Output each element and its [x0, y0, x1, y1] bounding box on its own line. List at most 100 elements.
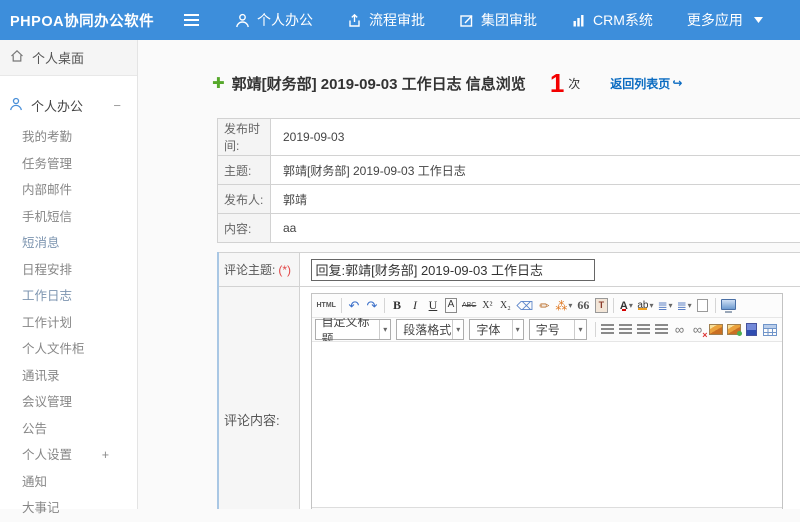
sidebar-item-tasks[interactable]: 任务管理: [0, 151, 137, 178]
sidebar-item-internal-mail[interactable]: 内部邮件: [0, 177, 137, 204]
expand-icon: +: [102, 442, 109, 469]
caret-down-icon: ▾: [568, 301, 572, 310]
table-row: 发布时间: 2019-09-03: [218, 119, 800, 156]
home-icon: [10, 49, 24, 66]
view-count: 1: [550, 70, 564, 96]
topnav-crm[interactable]: CRM系统: [571, 10, 653, 30]
collapse-icon: −: [113, 98, 121, 113]
superscript-button[interactable]: X²: [479, 296, 495, 315]
page-header: ✚ 郭靖[财务部] 2019-09-03 工作日志 信息浏览 1 次 返回列表页…: [212, 70, 682, 96]
insert-media-button[interactable]: [744, 320, 760, 339]
caret-down-icon: ▾: [629, 301, 633, 310]
caret-down-icon: ▾: [452, 320, 463, 339]
caret-down-icon: ▾: [379, 320, 390, 339]
app-logo: PHPOA协同办公软件: [0, 10, 178, 31]
topnav-personal-office[interactable]: 个人办公: [235, 10, 313, 30]
sidebar-item-file-cabinet[interactable]: 个人文件柜: [0, 336, 137, 363]
required-marker: (*): [278, 263, 291, 277]
person-icon: [9, 97, 23, 114]
sidebar-item-memorabilia[interactable]: 大事记: [0, 495, 137, 522]
editor-content-area[interactable]: [312, 342, 782, 507]
insert-table-button[interactable]: [762, 320, 778, 339]
font-color-button[interactable]: A▾: [618, 296, 634, 315]
table-row: 评论内容: HTML ↶ ↷ B I U A ABC: [218, 287, 800, 510]
sidebar-item-sms[interactable]: 手机短信: [0, 204, 137, 231]
sidebar-item-short-message[interactable]: 短消息: [0, 230, 137, 257]
bold-button[interactable]: B: [389, 296, 405, 315]
font-size-select[interactable]: 字号▾: [529, 319, 587, 340]
sidebar-item-announcements[interactable]: 公告: [0, 416, 137, 443]
align-center-button[interactable]: [618, 320, 634, 339]
sidebar-item-meetings[interactable]: 会议管理: [0, 389, 137, 416]
fullscreen-button[interactable]: [720, 296, 737, 315]
sidebar-section-personal-office[interactable]: 个人办公 −: [0, 90, 137, 120]
html-source-button[interactable]: HTML: [316, 296, 337, 315]
undo-button[interactable]: ↶: [346, 296, 362, 315]
sidebar-item-schedule[interactable]: 日程安排: [0, 257, 137, 284]
font-border-button[interactable]: A: [445, 298, 458, 313]
top-nav: 个人办公 流程审批 集团审批 CRM系统 更多应用: [235, 10, 763, 30]
caret-down-icon: ▾: [669, 301, 673, 310]
image-manager-icon: [727, 324, 741, 335]
sidebar-item-notifications[interactable]: 通知: [0, 469, 137, 496]
hamburger-menu-icon[interactable]: [184, 14, 199, 26]
main-content: ✚ 郭靖[财务部] 2019-09-03 工作日志 信息浏览 1 次 返回列表页…: [138, 40, 800, 509]
align-justify-button[interactable]: [654, 320, 670, 339]
toolbar-separator: [595, 322, 596, 337]
topnav-more-apps[interactable]: 更多应用: [687, 10, 763, 30]
image-manager-button[interactable]: [726, 320, 742, 339]
font-family-select[interactable]: 字体▾: [469, 319, 523, 340]
ordered-list-button[interactable]: ≣▾: [656, 296, 673, 315]
editor-toolbar-row-2: 自定义标题▾ 段落格式▾ 字体▾ 字号▾ ∞ ∞: [312, 318, 782, 342]
caret-down-icon: ▾: [688, 301, 692, 310]
italic-button[interactable]: I: [407, 296, 423, 315]
info-label: 发布时间:: [218, 119, 271, 156]
remove-link-button[interactable]: ∞: [690, 320, 706, 339]
editor-toolbar-row-1: HTML ↶ ↷ B I U A ABC X² X₂ ⌫ ✏: [312, 294, 782, 318]
sidebar-item-attendance[interactable]: 我的考勤: [0, 124, 137, 151]
insert-link-button[interactable]: ∞: [672, 320, 688, 339]
back-to-list-link[interactable]: 返回列表页 ↪: [610, 75, 682, 92]
comment-form-table: 评论主题:(*) 评论内容: HTML ↶ ↷ B I: [217, 252, 800, 509]
strikethrough-button[interactable]: ABC: [461, 296, 477, 315]
sidebar-item-work-plan[interactable]: 工作计划: [0, 310, 137, 337]
topnav-flow-approval[interactable]: 流程审批: [347, 10, 425, 30]
remove-format-button[interactable]: ⌫: [515, 296, 534, 315]
comment-subject-cell: [299, 253, 800, 287]
toolbar-separator: [341, 298, 342, 313]
unordered-list-button[interactable]: ≣▾: [676, 296, 693, 315]
topbar: PHPOA协同办公软件 个人办公 流程审批 集团审批 CRM系统 更多应用: [0, 0, 800, 40]
sidebar-item-desktop[interactable]: 个人桌面: [0, 40, 137, 76]
special-chars-button[interactable]: ⁂▾: [554, 296, 573, 315]
info-value: aa: [271, 214, 800, 243]
info-table: 发布时间: 2019-09-03 主题: 郭靖[财务部] 2019-09-03 …: [217, 118, 800, 243]
underline-button[interactable]: U: [425, 296, 441, 315]
new-page-button[interactable]: [695, 296, 711, 315]
table-row: 主题: 郭靖[财务部] 2019-09-03 工作日志: [218, 156, 800, 185]
table-icon: [763, 324, 777, 336]
topnav-group-approval[interactable]: 集团审批: [459, 10, 537, 30]
redo-button[interactable]: ↷: [364, 296, 380, 315]
insert-image-button[interactable]: [708, 320, 724, 339]
info-label: 主题:: [218, 156, 271, 185]
align-left-button[interactable]: [600, 320, 616, 339]
sidebar-item-personal-settings[interactable]: 个人设置+: [0, 442, 137, 469]
align-left-icon: [601, 324, 614, 335]
highlight-color-button[interactable]: ab▾: [636, 296, 654, 315]
align-right-button[interactable]: [636, 320, 652, 339]
rich-text-editor: HTML ↶ ↷ B I U A ABC X² X₂ ⌫ ✏: [311, 293, 783, 509]
custom-title-select[interactable]: 自定义标题▾: [315, 319, 392, 340]
info-label: 内容:: [218, 214, 271, 243]
comment-subject-input[interactable]: [311, 259, 595, 281]
blockquote-button[interactable]: 66: [575, 296, 591, 315]
paragraph-format-select[interactable]: 段落格式▾: [396, 319, 464, 340]
align-center-icon: [619, 324, 632, 335]
info-value: 郭靖[财务部] 2019-09-03 工作日志: [271, 156, 800, 185]
sidebar-item-contacts[interactable]: 通讯录: [0, 363, 137, 390]
caret-down-icon: ▾: [649, 301, 653, 310]
paste-text-button[interactable]: T: [593, 296, 609, 315]
comment-subject-label: 评论主题:(*): [218, 253, 299, 287]
format-painter-button[interactable]: ✏: [536, 296, 552, 315]
subscript-button[interactable]: X₂: [497, 296, 513, 315]
sidebar-item-work-log[interactable]: 工作日志: [0, 283, 137, 310]
